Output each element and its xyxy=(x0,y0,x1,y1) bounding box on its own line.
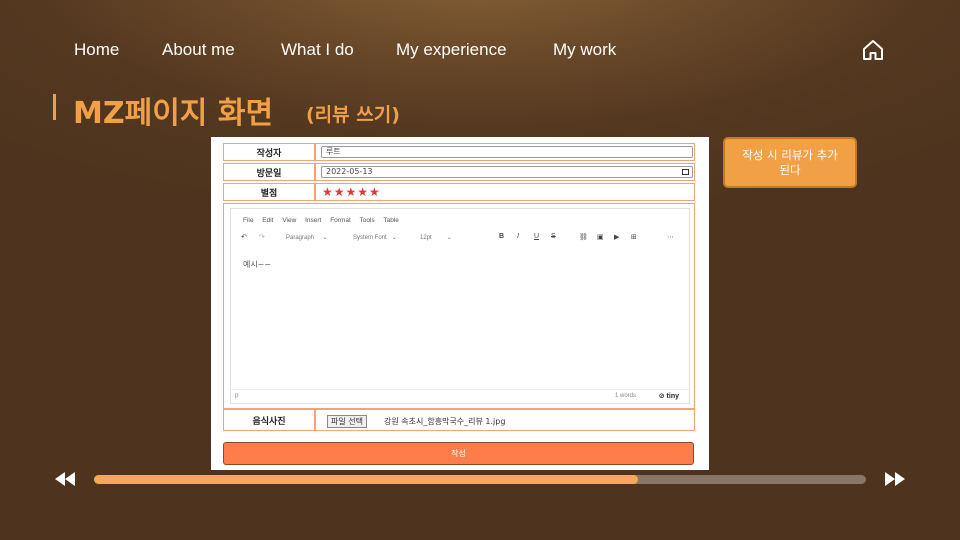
submit-button[interactable]: 작성 xyxy=(223,442,694,465)
block-format-value: Paragraph xyxy=(286,235,315,241)
title-accent-bar xyxy=(53,94,56,120)
underline-icon[interactable]: U xyxy=(534,233,539,240)
nav-my-experience[interactable]: My experience xyxy=(396,40,507,60)
page-subtitle: (리뷰 쓰기) xyxy=(306,104,400,126)
menu-view[interactable]: View xyxy=(282,217,296,224)
photo-label: 음식사진 xyxy=(224,410,316,430)
page-title: MZ페이지 화면 xyxy=(73,96,274,131)
block-format-select[interactable]: Paragraph ⌄ xyxy=(286,234,327,241)
font-family-value: System Font xyxy=(353,235,387,241)
progress-fill xyxy=(94,475,639,484)
image-icon[interactable]: ▣ xyxy=(597,233,604,241)
review-form-screenshot: 작성자 루트 방문일 2022-05-13 별점 ★★★★★ File Edit… xyxy=(211,137,709,470)
home-icon[interactable] xyxy=(861,38,885,62)
editor-path: p xyxy=(235,393,239,399)
rich-text-editor: File Edit View Insert Format Tools Table… xyxy=(223,203,695,409)
editor-frame: File Edit View Insert Format Tools Table… xyxy=(230,208,690,404)
rating-row: 별점 ★★★★★ xyxy=(223,183,695,201)
link-icon[interactable]: ⛓ xyxy=(579,233,588,241)
word-count: 1 words xyxy=(615,393,637,399)
file-select-button[interactable]: 파일 선택 xyxy=(327,415,367,428)
menu-file[interactable]: File xyxy=(243,217,253,224)
nav-home[interactable]: Home xyxy=(74,40,119,60)
menu-format[interactable]: Format xyxy=(330,217,351,224)
table-icon[interactable]: ⊞ xyxy=(631,233,637,241)
date-row: 방문일 2022-05-13 xyxy=(223,163,695,181)
rewind-icon[interactable] xyxy=(54,471,76,487)
file-name: 강원 속초시_함흥막국수_리뷰 1.jpg xyxy=(384,417,506,426)
menu-tools[interactable]: Tools xyxy=(359,217,374,224)
author-label: 작성자 xyxy=(224,144,316,160)
annotation-note: 작성 시 리뷰가 추가된다 xyxy=(723,137,857,188)
top-nav: Home About me What I do My experience My… xyxy=(0,40,960,62)
more-icon[interactable]: ⋯ xyxy=(667,233,674,241)
italic-icon[interactable]: I xyxy=(517,233,519,240)
menu-table[interactable]: Table xyxy=(383,217,399,224)
author-row: 작성자 루트 xyxy=(223,143,695,161)
menu-edit[interactable]: Edit xyxy=(262,217,273,224)
undo-icon[interactable]: ↶ xyxy=(241,233,247,241)
progress-track[interactable] xyxy=(94,475,866,484)
date-value: 2022-05-13 xyxy=(326,167,373,176)
tiny-logo: ⊘ tiny xyxy=(658,393,679,400)
nav-about-me[interactable]: About me xyxy=(162,40,235,60)
tiny-brand: tiny xyxy=(666,393,679,400)
editor-statusbar: p 1 words ⊘ tiny xyxy=(231,389,689,403)
bold-icon[interactable]: B xyxy=(499,233,504,240)
font-size-select[interactable]: 12pt ⌄ xyxy=(420,234,452,241)
redo-icon[interactable]: ↷ xyxy=(259,233,265,241)
date-input[interactable]: 2022-05-13 xyxy=(321,166,693,178)
media-icon[interactable]: ▶ xyxy=(614,233,619,241)
editor-menubar: File Edit View Insert Format Tools Table xyxy=(243,217,406,224)
nav-my-work[interactable]: My work xyxy=(553,40,616,60)
font-size-value: 12pt xyxy=(420,235,432,241)
nav-what-i-do[interactable]: What I do xyxy=(281,40,354,60)
rating-label: 별점 xyxy=(224,184,316,200)
fast-forward-icon[interactable] xyxy=(884,471,906,487)
strikethrough-icon[interactable]: S xyxy=(551,233,556,240)
rating-stars[interactable]: ★★★★★ xyxy=(322,185,381,199)
menu-insert[interactable]: Insert xyxy=(305,217,321,224)
editor-toolbar: ↶ ↷ Paragraph ⌄ System Font ⌄ 12pt ⌄ B I… xyxy=(239,233,683,247)
author-input[interactable]: 루트 xyxy=(321,146,693,158)
font-family-select[interactable]: System Font ⌄ xyxy=(353,234,397,241)
calendar-icon[interactable] xyxy=(682,169,689,175)
date-label: 방문일 xyxy=(224,164,316,180)
editor-content[interactable]: 예시~~ xyxy=(243,259,271,270)
photo-row: 음식사진 파일 선택 강원 속초시_함흥막국수_리뷰 1.jpg xyxy=(223,409,695,431)
